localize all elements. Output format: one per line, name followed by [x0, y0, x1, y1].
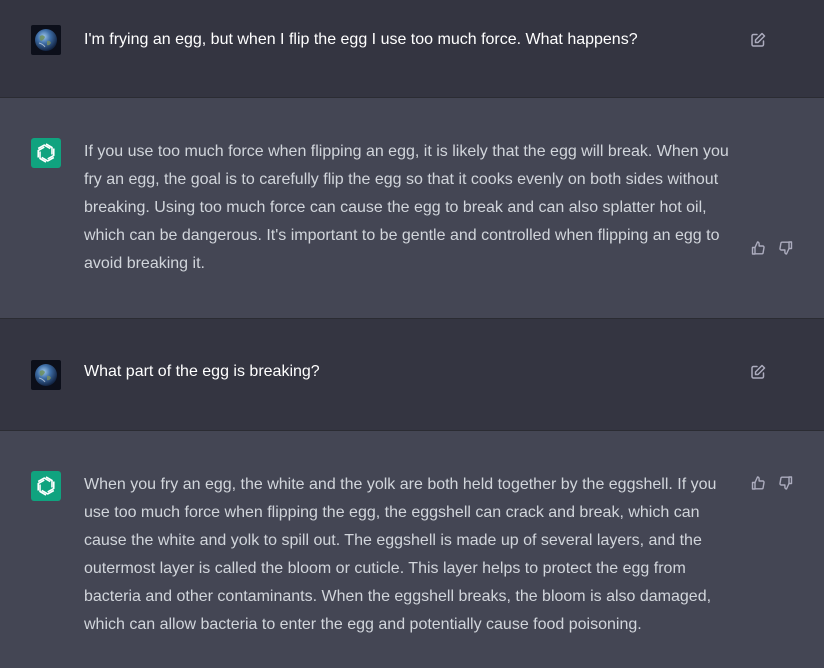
- thumbs-up-icon[interactable]: [748, 473, 768, 493]
- thumbs-down-icon[interactable]: [776, 238, 796, 258]
- message-text: If you use too much force when flipping …: [84, 143, 729, 272]
- user-avatar: [31, 25, 61, 55]
- thumbs-down-icon[interactable]: [776, 473, 796, 493]
- message-text: I'm frying an egg, but when I flip the e…: [84, 31, 638, 48]
- assistant-avatar: [31, 138, 61, 168]
- earth-icon: [35, 364, 57, 386]
- user-message-row: I'm frying an egg, but when I flip the e…: [0, 0, 824, 98]
- thumbs-up-icon[interactable]: [748, 238, 768, 258]
- assistant-message-row: If you use too much force when flipping …: [0, 98, 824, 319]
- user-message-row: What part of the egg is breaking?: [0, 319, 824, 431]
- openai-logo-icon: [37, 143, 55, 163]
- openai-logo-icon: [37, 476, 55, 496]
- edit-icon[interactable]: [748, 30, 768, 50]
- assistant-avatar: [31, 471, 61, 501]
- message-text: What part of the egg is breaking?: [84, 363, 320, 380]
- assistant-message-row: When you fry an egg, the white and the y…: [0, 431, 824, 668]
- earth-icon: [35, 29, 57, 51]
- message-text: When you fry an egg, the white and the y…: [84, 476, 717, 633]
- user-avatar: [31, 360, 61, 390]
- edit-icon[interactable]: [748, 362, 768, 382]
